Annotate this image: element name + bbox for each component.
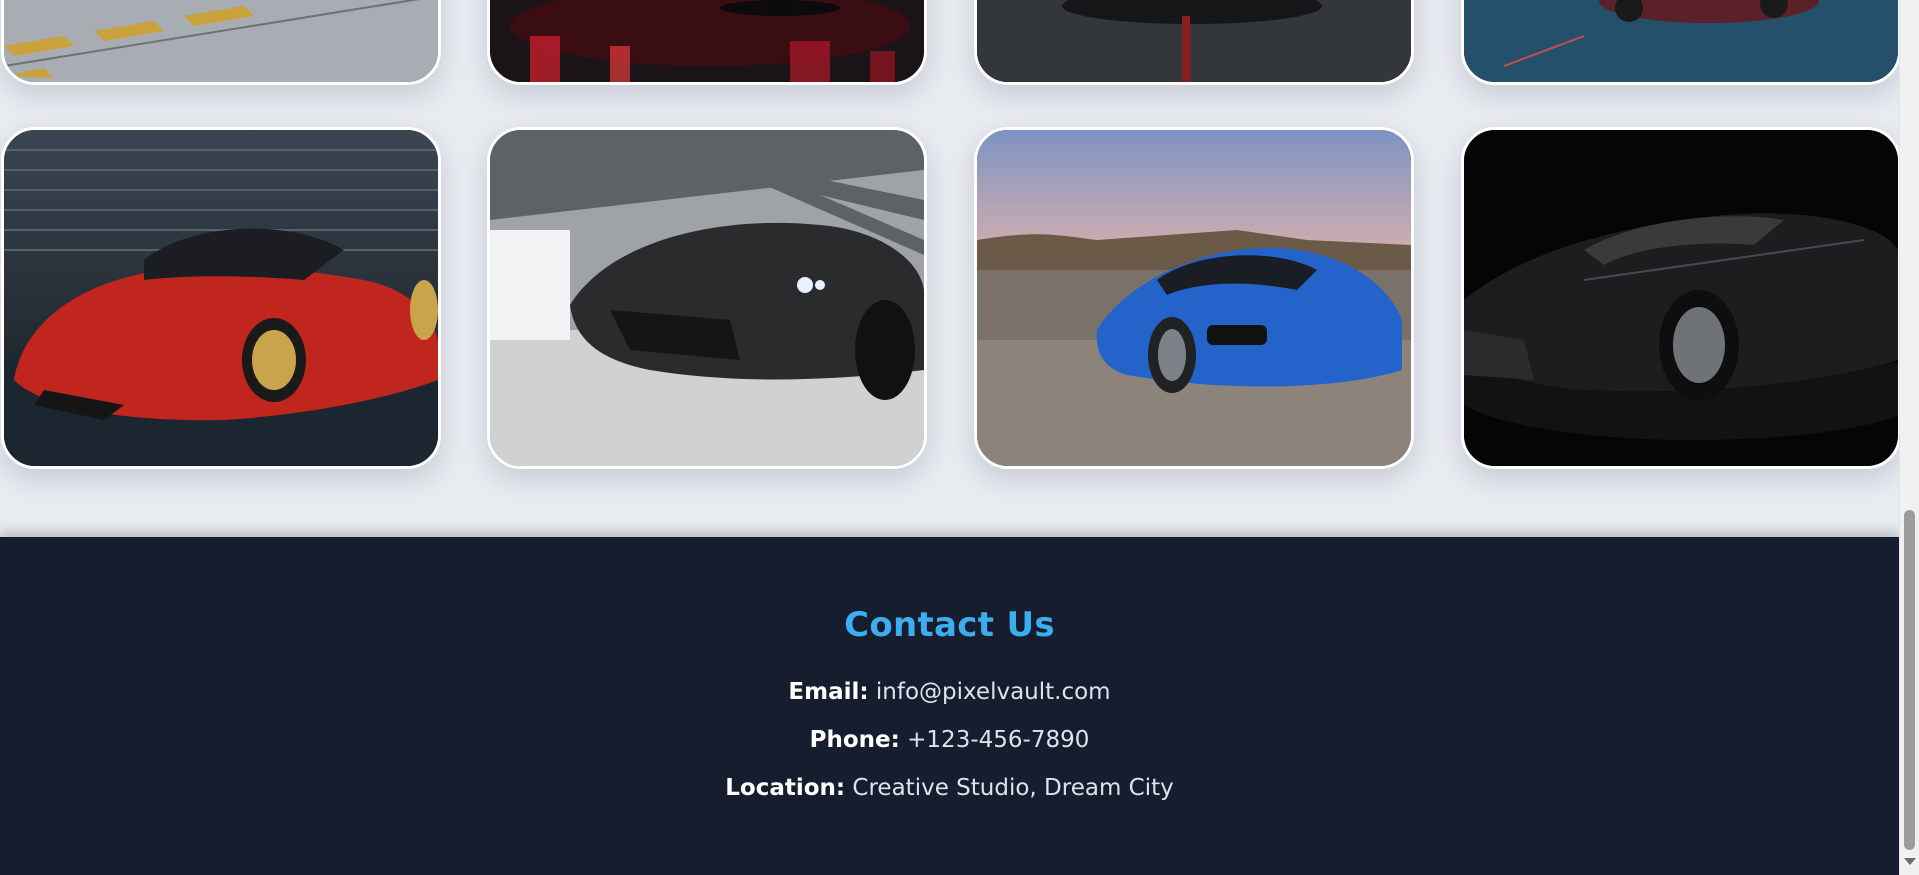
blue-bmw-i8-photo [977, 130, 1411, 466]
phone-value[interactable]: +123-456-7890 [907, 727, 1089, 753]
contact-title: Contact Us [844, 605, 1055, 645]
contact-location-row: Location: Creative Studio, Dream City [0, 775, 1899, 801]
phone-label: Phone: [809, 727, 900, 753]
gallery-card[interactable] [1461, 127, 1899, 469]
dark-supercar-photo [977, 0, 1411, 82]
black-lamborghini-photo [490, 130, 924, 466]
email-value[interactable]: info@pixelvault.com [876, 679, 1111, 705]
contact-email-row: Email: info@pixelvault.com [0, 679, 1899, 705]
gallery-card[interactable] [974, 127, 1414, 469]
gallery-card[interactable] [487, 0, 927, 85]
garage-floor-car-photo [4, 0, 438, 82]
contact-footer: Contact Us Email: info@pixelvault.com Ph… [0, 537, 1899, 875]
location-label: Location: [725, 775, 846, 801]
gallery-row-top [0, 0, 1899, 85]
gallery-card[interactable] [1, 0, 441, 85]
vertical-scrollbar[interactable] [1899, 0, 1919, 875]
scroll-down-arrow-icon[interactable] [1904, 858, 1916, 865]
gallery-row-bottom [0, 127, 1899, 469]
scrollbar-thumb[interactable] [1904, 510, 1915, 850]
red-lit-car-photo [490, 0, 924, 82]
gallery-card[interactable] [1, 127, 441, 469]
page: Contact Us Email: info@pixelvault.com Ph… [0, 0, 1899, 875]
contact-phone-row: Phone: +123-456-7890 [0, 727, 1899, 753]
gallery-card[interactable] [1461, 0, 1899, 85]
red-mclaren-photo [4, 130, 438, 466]
gallery-card[interactable] [974, 0, 1414, 85]
red-car-night-lot-photo [1464, 0, 1898, 82]
location-value: Creative Studio, Dream City [852, 775, 1174, 801]
black-bugatti-photo [1464, 130, 1898, 466]
gallery-card[interactable] [487, 127, 927, 469]
email-label: Email: [788, 679, 869, 705]
